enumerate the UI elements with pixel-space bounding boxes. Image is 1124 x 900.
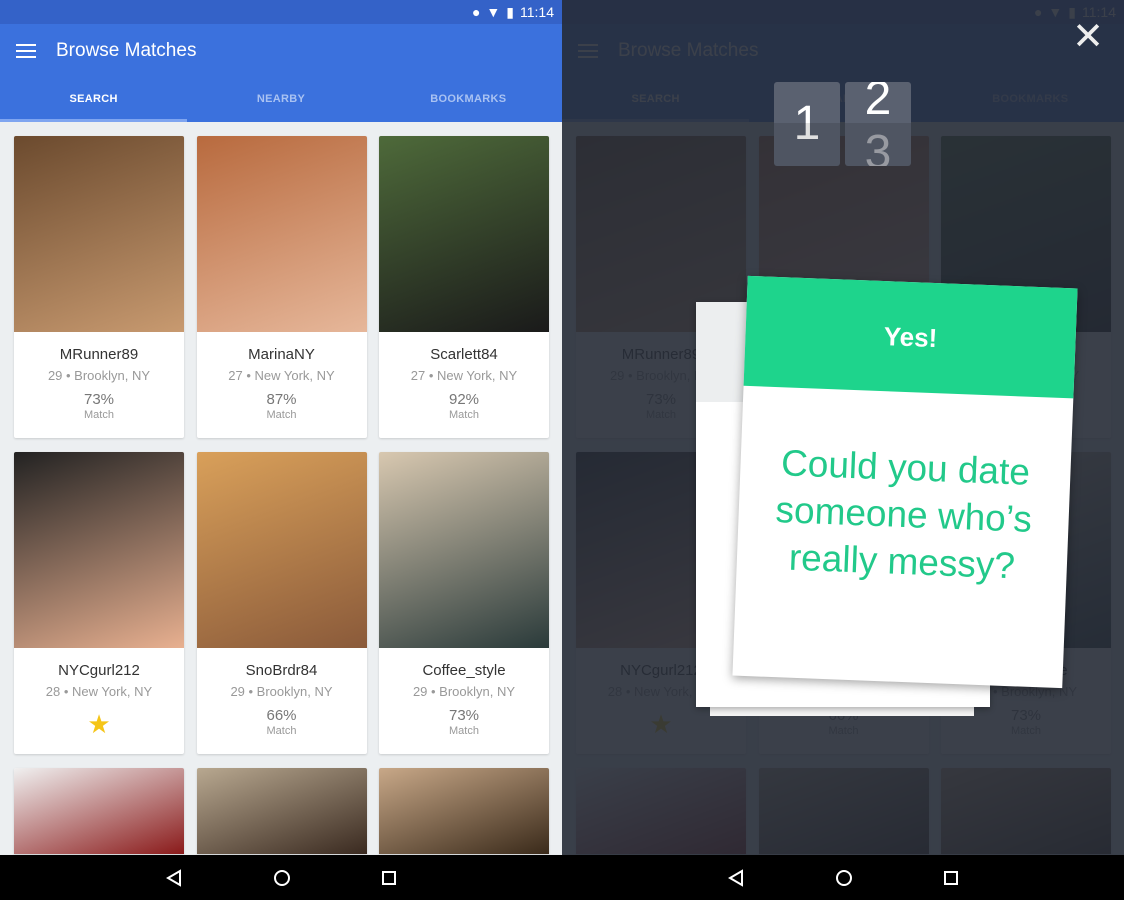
profile-photo [196, 768, 367, 854]
match-card[interactable]: MarinaNY 27 • New York, NY 87%Match [196, 136, 367, 438]
counter-digit: 23 [845, 82, 911, 166]
match-percent: 87% [266, 391, 297, 408]
age-location: 27 • New York, NY [410, 368, 518, 383]
match-card[interactable]: Coffee_style 29 • Brooklyn, NY 73%Match [379, 452, 549, 754]
profile-photo [196, 452, 367, 648]
tab-bookmarks[interactable]: BOOKMARKS [375, 78, 562, 122]
profile-photo [14, 768, 184, 854]
profile-photo [379, 452, 549, 648]
nav-bar [0, 855, 562, 900]
age-location: 29 • Brooklyn, NY [230, 684, 333, 699]
browse-screen: ● ▼ ▮ 11:14 Browse Matches SEARCH NEARBY… [0, 0, 562, 900]
age-location: 29 • Brooklyn, NY [47, 368, 151, 383]
profile-photo [379, 768, 549, 854]
home-icon[interactable] [835, 869, 853, 887]
answer-label: Yes! [743, 275, 1078, 399]
recents-icon[interactable] [381, 870, 397, 886]
match-percent: 73% [83, 391, 115, 408]
username: Scarlett84 [430, 346, 498, 363]
username: MRunner89 [59, 346, 139, 363]
match-label: Match [84, 409, 114, 421]
question-screen: ● ▼ ▮ 11:14 Browse Matches SEARCH NEARBY… [562, 0, 1124, 900]
match-percent: 66% [266, 707, 297, 724]
match-card[interactable]: SnoBrdr84 29 • Brooklyn, NY 66%Match [196, 452, 367, 754]
match-label: Match [449, 725, 479, 737]
nav-bar [562, 855, 1124, 900]
username: NYCgurl212 [58, 662, 140, 679]
question-card[interactable]: Yes! Could you date someone who’s really… [732, 275, 1078, 689]
match-percent: 73% [448, 707, 480, 724]
recents-icon[interactable] [943, 870, 959, 886]
tab-nearby[interactable]: NEARBY [187, 78, 374, 122]
match-percent: 92% [448, 391, 480, 408]
tab-search[interactable]: SEARCH [0, 78, 187, 122]
profile-photo [379, 136, 549, 332]
profile-photo [14, 452, 184, 648]
location-icon: ● [471, 4, 481, 20]
tab-bar: SEARCH NEARBY BOOKMARKS [0, 78, 562, 122]
match-label: Match [449, 409, 479, 421]
profile-photo [14, 136, 184, 332]
match-card[interactable]: NYCgurl212 28 • New York, NY ★ [14, 452, 184, 754]
match-card[interactable]: MRunner89 29 • Brooklyn, NY 73%Match [14, 136, 184, 438]
match-grid: MRunner8929 • Brooklyn, NY73%MatchMarina… [14, 136, 549, 854]
tab-indicator [0, 119, 187, 122]
close-icon[interactable]: ✕ [1072, 18, 1104, 56]
counter-digit: 1 [774, 82, 840, 166]
match-label: Match [266, 725, 297, 737]
username: Coffee_style [422, 662, 506, 679]
match-card[interactable]: Scarlett84 27 • New York, NY 92%Match [379, 136, 549, 438]
age-location: 29 • Brooklyn, NY [412, 684, 516, 699]
age-location: 28 • New York, NY [45, 684, 153, 699]
battery-icon: ▮ [506, 3, 514, 20]
match-label: Match [266, 409, 297, 421]
match-card[interactable] [379, 768, 549, 854]
back-icon[interactable] [727, 868, 745, 887]
match-card[interactable] [14, 768, 184, 854]
question-text: Could you date someone who’s really mess… [774, 442, 1033, 587]
star-icon[interactable]: ★ [14, 709, 184, 740]
app-bar: Browse Matches [0, 24, 562, 78]
wifi-icon: ▼ [486, 4, 501, 20]
page-title: Browse Matches [56, 40, 197, 61]
clock: 11:14 [520, 4, 554, 20]
profile-photo [196, 136, 367, 332]
home-icon[interactable] [273, 869, 291, 887]
username: SnoBrdr84 [245, 662, 318, 679]
back-icon[interactable] [165, 868, 183, 887]
match-card[interactable] [196, 768, 367, 854]
status-bar: ● ▼ ▮ 11:14 [0, 0, 562, 24]
username: MarinaNY [248, 346, 315, 363]
menu-icon[interactable] [16, 44, 36, 58]
age-location: 27 • New York, NY [228, 368, 335, 383]
